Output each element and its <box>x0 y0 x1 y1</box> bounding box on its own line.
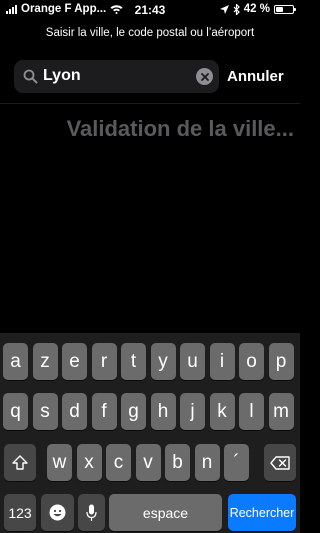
backspace-icon <box>270 455 290 470</box>
key-q[interactable]: q <box>3 393 28 430</box>
space-key[interactable]: espace <box>109 494 222 531</box>
status-bar: Orange F App... 21:43 42 % <box>0 0 300 20</box>
key-e[interactable]: e <box>62 343 87 380</box>
divider <box>0 103 300 104</box>
key-b[interactable]: b <box>165 444 190 481</box>
key-v[interactable]: v <box>135 444 161 481</box>
battery-fill <box>276 6 283 12</box>
key-h[interactable]: h <box>150 393 176 430</box>
key-p[interactable]: p <box>268 343 294 380</box>
emoji-key[interactable] <box>41 494 74 531</box>
key-y[interactable]: y <box>150 343 176 380</box>
search-icon <box>23 69 38 84</box>
validation-status: Validation de la ville... <box>66 116 294 141</box>
backspace-key[interactable] <box>264 444 296 481</box>
clear-icon <box>200 72 209 81</box>
search-field[interactable]: Lyon <box>14 60 219 93</box>
key-r[interactable]: r <box>91 343 117 380</box>
key-x[interactable]: x <box>76 444 102 481</box>
microphone-icon <box>86 504 97 521</box>
cancel-button[interactable]: Annuler <box>227 68 284 85</box>
key-o[interactable]: o <box>239 343 264 380</box>
key-d[interactable]: d <box>62 393 87 430</box>
bluetooth-icon <box>233 3 240 15</box>
key-c[interactable]: c <box>106 444 131 481</box>
key-j[interactable]: j <box>180 393 205 430</box>
key-u[interactable]: u <box>180 343 205 380</box>
key-n[interactable]: n <box>194 444 220 481</box>
clear-button[interactable] <box>196 68 213 85</box>
key-m[interactable]: m <box>268 393 294 430</box>
key-i[interactable]: i <box>209 343 235 380</box>
key-z[interactable]: z <box>32 343 58 380</box>
search-row: Lyon Annuler <box>14 60 296 93</box>
key-l[interactable]: l <box>239 393 264 430</box>
battery-percent: 42 % <box>243 3 270 15</box>
keyboard: azertyuiop qsdfghjklm w x c v b n ´ 123 espace… <box>0 333 300 533</box>
location-arrow-icon <box>219 4 229 14</box>
search-input[interactable]: Lyon <box>43 67 81 85</box>
numbers-key[interactable]: 123 <box>4 494 36 531</box>
status-right: 42 % <box>219 3 296 15</box>
battery-icon <box>274 4 296 14</box>
key-w[interactable]: w <box>47 444 72 481</box>
dictation-key[interactable] <box>78 494 105 531</box>
shift-icon <box>12 455 28 470</box>
key-acute-accent[interactable]: ´ <box>224 444 249 481</box>
key-t[interactable]: t <box>121 343 146 380</box>
key-s[interactable]: s <box>32 393 58 430</box>
key-g[interactable]: g <box>121 393 146 430</box>
search-return-key[interactable]: Rechercher <box>228 494 296 531</box>
key-a[interactable]: a <box>3 343 28 380</box>
search-prompt: Saisir la ville, le code postal ou l’aér… <box>45 27 255 39</box>
shift-key[interactable] <box>4 444 36 481</box>
key-k[interactable]: k <box>209 393 235 430</box>
key-f[interactable]: f <box>91 393 117 430</box>
emoji-icon <box>49 504 66 521</box>
